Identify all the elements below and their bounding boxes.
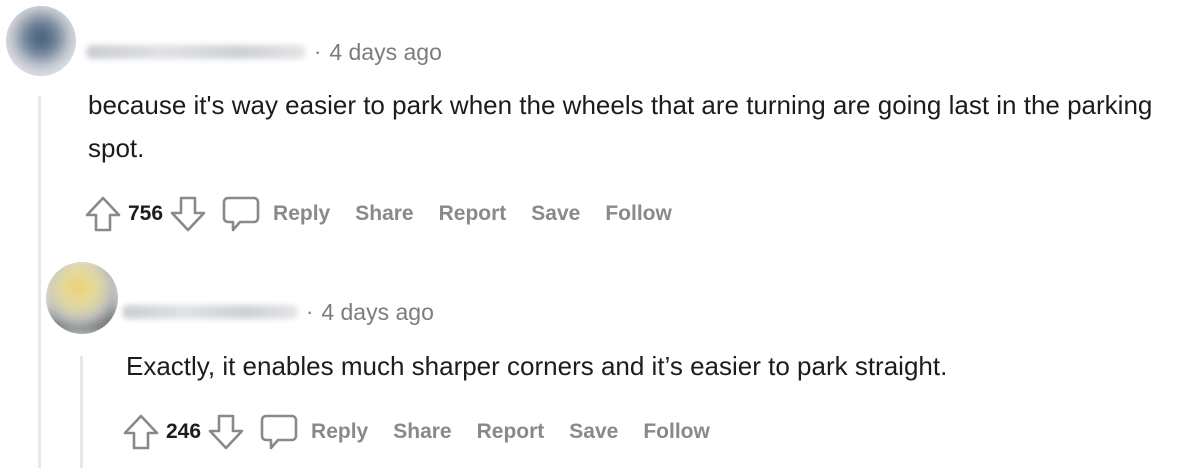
downvote-arrow-icon (208, 414, 244, 450)
follow-button[interactable]: Follow (605, 202, 672, 226)
comment-actions: 246 Reply Share Report Save Follow (122, 412, 735, 452)
speech-bubble-icon (260, 414, 298, 450)
meta-separator: · (306, 299, 314, 324)
report-button[interactable]: Report (477, 420, 545, 444)
username[interactable] (86, 45, 306, 59)
comment-meta: · 4 days ago (86, 38, 442, 66)
upvote-arrow-icon (85, 196, 121, 232)
thread-line-reply[interactable] (80, 356, 83, 468)
comment-button[interactable] (259, 412, 299, 452)
vote-count: 246 (166, 420, 202, 443)
upvote-button[interactable] (122, 413, 160, 451)
timestamp[interactable]: 4 days ago (329, 39, 442, 66)
save-button[interactable]: Save (531, 202, 580, 226)
reply-button[interactable]: Reply (273, 202, 330, 226)
report-button[interactable]: Report (439, 202, 507, 226)
reply-button[interactable]: Reply (311, 420, 368, 444)
share-button[interactable]: Share (393, 420, 451, 444)
upvote-button[interactable] (84, 195, 122, 233)
avatar-image (6, 6, 76, 76)
comment-button[interactable] (221, 194, 261, 234)
downvote-button[interactable] (169, 195, 207, 233)
vote-count: 756 (128, 202, 164, 225)
save-button[interactable]: Save (569, 420, 618, 444)
follow-button[interactable]: Follow (643, 420, 710, 444)
share-button[interactable]: Share (355, 202, 413, 226)
comment-body: Exactly, it enables much sharper corners… (126, 351, 948, 381)
avatar[interactable] (46, 262, 118, 334)
meta-separator: · (314, 39, 322, 64)
comment-actions: 756 Reply Share Report Save Follow (84, 194, 697, 234)
speech-bubble-icon (222, 196, 260, 232)
timestamp[interactable]: 4 days ago (321, 299, 434, 326)
avatar-image (46, 262, 118, 334)
comment-meta: · 4 days ago (122, 298, 434, 326)
upvote-arrow-icon (123, 414, 159, 450)
downvote-arrow-icon (170, 196, 206, 232)
downvote-button[interactable] (207, 413, 245, 451)
avatar[interactable] (6, 6, 76, 76)
thread-line-primary[interactable] (38, 96, 41, 468)
username[interactable] (122, 305, 298, 319)
comment-body: because it's way easier to park when the… (88, 90, 1153, 163)
